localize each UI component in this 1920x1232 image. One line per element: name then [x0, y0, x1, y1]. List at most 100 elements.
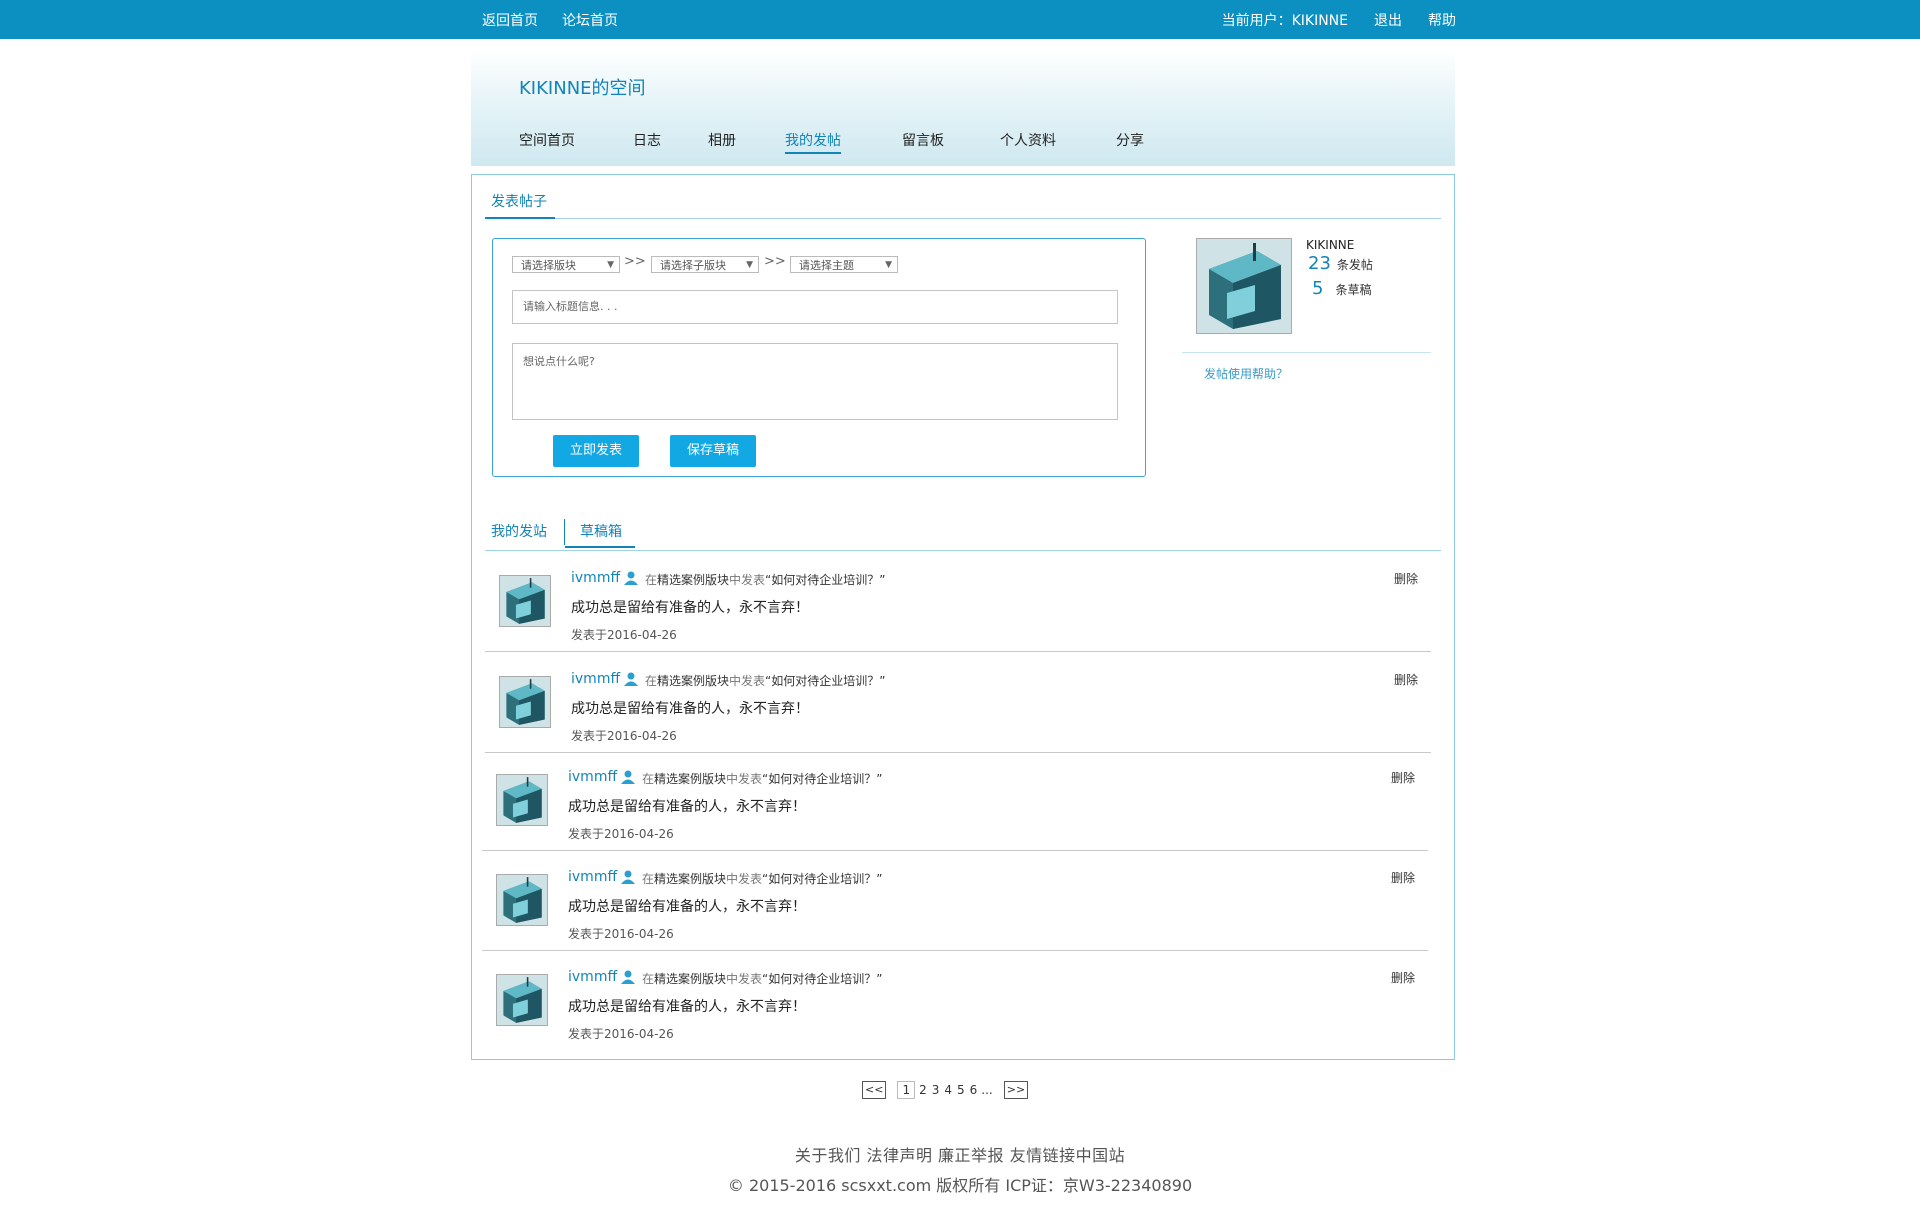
avatar[interactable] — [496, 774, 548, 826]
top-bar: 返回首页 论坛首页 当前用户：KIKINNE 退出 帮助 — [0, 0, 1920, 39]
avatar[interactable] — [499, 676, 551, 728]
user-icon[interactable] — [623, 672, 639, 686]
forum-home-link[interactable]: 论坛首页 — [562, 10, 618, 30]
meta-prefix: 在 — [642, 772, 655, 786]
page-link[interactable]: 6 — [969, 1083, 979, 1097]
page-link[interactable]: 4 — [943, 1083, 953, 1097]
user-icon[interactable] — [620, 970, 636, 984]
board-link[interactable]: 精选案例版块 — [657, 674, 729, 688]
author-link[interactable]: ivmmff — [571, 671, 620, 687]
help-link[interactable]: 帮助 — [1428, 10, 1456, 30]
nav-album[interactable]: 相册 — [708, 130, 736, 150]
time-label: 发表于 — [568, 1027, 605, 1041]
board-link[interactable]: 精选案例版块 — [654, 972, 726, 986]
board-select[interactable]: 请选择版块 ▼ — [512, 256, 620, 273]
author-link[interactable]: ivmmff — [568, 769, 617, 785]
user-icon[interactable] — [623, 571, 639, 585]
delete-button[interactable]: 删除 — [1391, 969, 1415, 986]
title-input[interactable]: 请输入标题信息. . . — [512, 290, 1118, 324]
author-link[interactable]: ivmmff — [568, 969, 617, 985]
divider — [482, 850, 1428, 851]
pagination: << 1 2 3 4 5 6 ... >> — [862, 1080, 1029, 1100]
footer-links[interactable]: 关于我们 法律声明 廉正举报 友情链接中国站 — [0, 1142, 1920, 1166]
topic-select-value: 请选择主题 — [799, 259, 854, 272]
post-meta: 在精选案例版块中发表“如何对待企业培训？” — [645, 571, 885, 588]
author-link[interactable]: ivmmff — [568, 869, 617, 885]
list-item: ivmmff 在精选案例版块中发表“如何对待企业培训？” 成功总是留给有准备的人… — [485, 565, 1431, 665]
divider — [482, 950, 1428, 951]
avatar-image — [497, 975, 547, 1025]
avatar[interactable] — [1196, 238, 1292, 334]
prev-page-button[interactable]: << — [862, 1081, 887, 1099]
topic-select[interactable]: 请选择主题 ▼ — [790, 256, 898, 273]
avatar[interactable] — [496, 974, 548, 1026]
content-textarea[interactable]: 想说点什么呢? — [512, 343, 1118, 420]
post-title-link[interactable]: “如何对待企业培训？” — [762, 972, 882, 986]
delete-button[interactable]: 删除 — [1391, 869, 1415, 886]
subboard-select[interactable]: 请选择子版块 ▼ — [651, 256, 759, 273]
list-item: ivmmff 在精选案例版块中发表“如何对待企业培训？” 成功总是留给有准备的人… — [485, 666, 1431, 766]
nav-profile[interactable]: 个人资料 — [1000, 130, 1056, 150]
post-date: 2016-04-26 — [607, 628, 677, 642]
author-link[interactable]: ivmmff — [571, 570, 620, 586]
post-time: 发表于2016-04-26 — [568, 925, 674, 942]
subboard-select-value: 请选择子版块 — [660, 259, 726, 272]
nav-message-board[interactable]: 留言板 — [902, 130, 944, 150]
page-link[interactable]: 2 — [918, 1083, 928, 1097]
post-title-link[interactable]: “如何对待企业培训？” — [762, 872, 882, 886]
avatar[interactable] — [496, 874, 548, 926]
tab-drafts[interactable]: 草稿箱 — [580, 521, 622, 541]
page-current[interactable]: 1 — [897, 1081, 916, 1099]
user-icon[interactable] — [620, 770, 636, 784]
post-title-link[interactable]: “如何对待企业培训？” — [765, 573, 885, 587]
time-label: 发表于 — [571, 729, 608, 743]
posts-stat: 23 条发帖 — [1308, 253, 1373, 274]
board-link[interactable]: 精选案例版块 — [654, 772, 726, 786]
divider — [485, 550, 1441, 551]
meta-mid: 中发表 — [726, 772, 763, 786]
publish-button[interactable]: 立即发表 — [553, 435, 639, 467]
logout-link[interactable]: 退出 — [1374, 10, 1402, 30]
save-draft-button[interactable]: 保存草稿 — [670, 435, 756, 467]
nav-diary[interactable]: 日志 — [633, 130, 661, 150]
post-text: 成功总是留给有准备的人，永不言弃！ — [571, 701, 809, 717]
post-text: 成功总是留给有准备的人，永不言弃！ — [568, 999, 806, 1015]
avatar[interactable] — [499, 575, 551, 627]
post-text: 成功总是留给有准备的人，永不言弃！ — [568, 899, 806, 915]
delete-button[interactable]: 删除 — [1391, 769, 1415, 786]
post-time: 发表于2016-04-26 — [568, 825, 674, 842]
tab-my-posts[interactable]: 我的发站 — [491, 521, 547, 541]
post-title-link[interactable]: “如何对待企业培训？” — [765, 674, 885, 688]
post-time: 发表于2016-04-26 — [571, 727, 677, 744]
back-home-link[interactable]: 返回首页 — [482, 10, 538, 30]
time-label: 发表于 — [568, 927, 605, 941]
tab-compose-post[interactable]: 发表帖子 — [491, 191, 547, 211]
page-link[interactable]: 3 — [931, 1083, 941, 1097]
footer-copyright: © 2015-2016 scsxxt.com 版权所有 ICP证：京W3-223… — [727, 1176, 1193, 1195]
post-time: 发表于2016-04-26 — [571, 626, 677, 643]
active-tab-underline — [565, 546, 635, 548]
meta-prefix: 在 — [645, 674, 658, 688]
nav-space-home[interactable]: 空间首页 — [519, 130, 575, 150]
user-icon[interactable] — [620, 870, 636, 884]
meta-prefix: 在 — [645, 573, 658, 587]
delete-button[interactable]: 删除 — [1394, 570, 1418, 587]
posts-count: 23 — [1308, 253, 1331, 274]
avatar-image — [497, 775, 547, 825]
board-link[interactable]: 精选案例版块 — [657, 573, 729, 587]
delete-button[interactable]: 删除 — [1394, 671, 1418, 688]
post-title-link[interactable]: “如何对待企业培训？” — [762, 772, 882, 786]
space-title: KIKINNE的空间 — [519, 78, 646, 99]
nav-share[interactable]: 分享 — [1116, 130, 1144, 150]
meta-prefix: 在 — [642, 972, 655, 986]
meta-mid: 中发表 — [729, 674, 766, 688]
profile-name: KIKINNE — [1306, 238, 1355, 252]
avatar-image — [497, 875, 547, 925]
board-link[interactable]: 精选案例版块 — [654, 872, 726, 886]
meta-mid: 中发表 — [726, 972, 763, 986]
posting-help-link[interactable]: 发帖使用帮助？ — [1204, 365, 1288, 382]
posts-label: 条发帖 — [1336, 258, 1373, 272]
page-link[interactable]: 5 — [956, 1083, 966, 1097]
nav-my-posts[interactable]: 我的发帖 — [785, 130, 841, 154]
next-page-button[interactable]: >> — [1003, 1081, 1029, 1099]
